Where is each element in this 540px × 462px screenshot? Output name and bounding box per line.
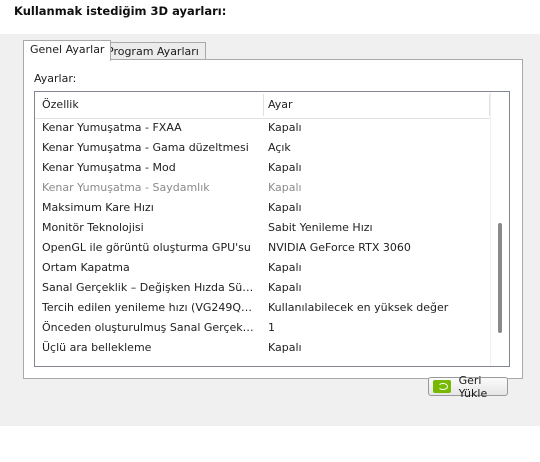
list-row[interactable]: Kenar Yumuşatma - FXAA Kapalı <box>35 118 491 138</box>
settings-rows: Kenar Yumuşatma - FXAA Kapalı Kenar Yumuşa… <box>35 118 491 358</box>
feature-setting: Kapalı <box>268 341 302 354</box>
list-row[interactable]: Önceden oluşturulmuş Sanal Gerçeklik kar… <box>35 318 491 338</box>
feature-name: Üçlü ara bellekleme <box>42 341 152 354</box>
feature-setting: Kapalı <box>268 181 302 194</box>
settings-list[interactable]: Özellik Ayar Kenar Yumuşatma - FXAA Kapal… <box>34 91 510 367</box>
list-row[interactable]: Sanal Gerçeklik – Değişken Hızda Süper Ö… <box>35 278 491 298</box>
restore-button-label: Geri Yükle <box>458 373 488 400</box>
feature-setting: Kapalı <box>268 261 302 274</box>
tab-general-settings[interactable]: Genel Ayarlar <box>23 40 112 61</box>
list-row[interactable]: Kenar Yumuşatma - Gama düzeltmesi Açık <box>35 138 491 158</box>
feature-name: Kenar Yumuşatma - FXAA <box>42 121 182 134</box>
feature-name: Önceden oluşturulmuş Sanal Gerçeklik kar… <box>42 321 256 334</box>
feature-setting: Açık <box>268 141 291 154</box>
list-row[interactable]: Maksimum Kare Hızı Kapalı <box>35 198 491 218</box>
list-row[interactable]: Kenar Yumuşatma - Saydamlık Kapalı <box>35 178 491 198</box>
restore-defaults-button[interactable]: Geri Yükle <box>428 374 508 400</box>
column-header-feature[interactable]: Özellik <box>42 92 79 118</box>
feature-setting: Sabit Yenileme Hızı <box>268 221 373 234</box>
feature-name: Tercih edilen yenileme hızı (VG249Q1R) <box>42 301 256 314</box>
list-row[interactable]: Üçlü ara bellekleme Kapalı <box>35 338 491 358</box>
list-header: Özellik Ayar <box>35 92 491 119</box>
column-header-setting[interactable]: Ayar <box>268 92 293 118</box>
column-divider[interactable] <box>263 94 264 116</box>
feature-name: Ortam Kapatma <box>42 261 130 274</box>
list-row[interactable]: Monitör Teknolojisi Sabit Yenileme Hızı <box>35 218 491 238</box>
list-row[interactable]: Ortam Kapatma Kapalı <box>35 258 491 278</box>
page-footer-area <box>0 426 540 462</box>
feature-setting: Kullanılabilecek en yüksek değer <box>268 301 449 314</box>
feature-name: Sanal Gerçeklik – Değişken Hızda Süper Ö… <box>42 281 256 294</box>
page-title: Kullanmak istediğim 3D ayarları: <box>14 4 227 18</box>
feature-setting: Kapalı <box>268 281 302 294</box>
feature-setting: Kapalı <box>268 161 302 174</box>
feature-name: OpenGL ile görüntü oluşturma GPU'su <box>42 241 251 254</box>
feature-name: Kenar Yumuşatma - Mod <box>42 161 176 174</box>
list-row[interactable]: Tercih edilen yenileme hızı (VG249Q1R) Ku… <box>35 298 491 318</box>
feature-setting: 1 <box>268 321 275 334</box>
feature-name: Kenar Yumuşatma - Gama düzeltmesi <box>42 141 249 154</box>
list-row[interactable]: Kenar Yumuşatma - Mod Kapalı <box>35 158 491 178</box>
vertical-scrollbar[interactable] <box>490 92 509 366</box>
feature-name: Maksimum Kare Hızı <box>42 201 154 214</box>
feature-name: Kenar Yumuşatma - Saydamlık <box>42 181 210 194</box>
nvidia-logo-icon <box>433 380 451 393</box>
feature-setting: Kapalı <box>268 201 302 214</box>
settings-group-label: Ayarlar: <box>34 72 77 85</box>
list-row[interactable]: OpenGL ile görüntü oluşturma GPU'su NVIDI… <box>35 238 491 258</box>
feature-setting: Kapalı <box>268 121 302 134</box>
feature-name: Monitör Teknolojisi <box>42 221 144 234</box>
scrollbar-thumb[interactable] <box>498 223 502 333</box>
feature-setting: NVIDIA GeForce RTX 3060 <box>268 241 411 254</box>
